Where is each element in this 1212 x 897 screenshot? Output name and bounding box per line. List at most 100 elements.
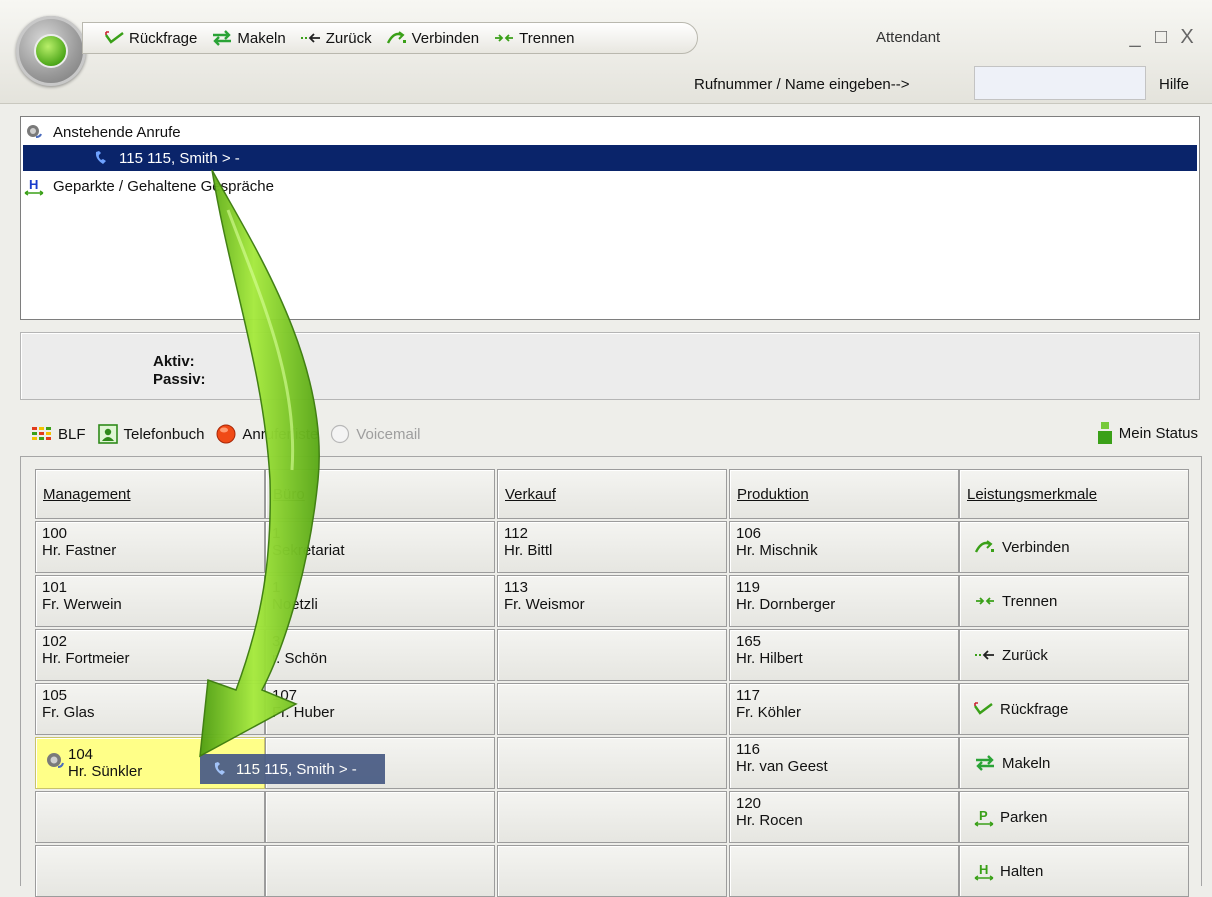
pending-call-label: 115 115, Smith > - (119, 149, 240, 167)
trennen-button[interactable]: Trennen (493, 30, 574, 47)
makeln-button[interactable]: Makeln (211, 29, 286, 47)
disconnect-icon (976, 597, 994, 605)
empty-extension-slot[interactable] (497, 845, 727, 897)
extension-button[interactable]: 113 Fr. Weismor (497, 575, 727, 627)
extension-button[interactable]: 117 Fr. Köhler (729, 683, 959, 735)
passiv-label: Passiv: (153, 371, 206, 388)
tab-voicemail-label: Voicemail (356, 425, 421, 443)
extension-name: Fr. Glas (42, 704, 95, 721)
app-logo-icon (34, 34, 68, 68)
extension-button[interactable]: 100 Hr. Fastner (35, 521, 265, 573)
feature-content: H Halten (966, 849, 1182, 893)
svg-text:H: H (979, 862, 988, 877)
column-header[interactable]: Büro (265, 469, 495, 519)
help-link[interactable]: Hilfe (1159, 76, 1189, 93)
extension-button[interactable]: 165 Hr. Hilbert (729, 629, 959, 681)
call-tree[interactable]: Anstehende Anrufe 115 115, Smith > - H G… (20, 116, 1200, 320)
feature-label: Zurück (1002, 646, 1048, 664)
empty-extension-slot[interactable] (497, 791, 727, 843)
parked-calls-node[interactable]: H Geparkte / Gehaltene Gespräche (23, 173, 274, 199)
extension-button[interactable]: 112 Hr. Bittl (497, 521, 727, 573)
consult-icon (105, 31, 124, 44)
empty-extension-slot[interactable] (265, 845, 495, 897)
feature-button-parken[interactable]: P Parken (959, 791, 1189, 843)
extension-number: 104 (68, 746, 94, 763)
feature-button-trennen[interactable]: Trennen (959, 575, 1189, 627)
tab-anruferliste-label: Anruferliste (242, 425, 319, 443)
consult-icon (974, 702, 993, 715)
extension-button[interactable]: 116 Hr. van Geest (729, 737, 959, 789)
svg-text:P: P (979, 808, 988, 823)
feature-button-rueckfrage[interactable]: Rückfrage (959, 683, 1189, 735)
tab-blf[interactable]: BLF (32, 426, 86, 443)
empty-extension-slot[interactable] (497, 683, 727, 735)
extension-name: Hr. Rocen (736, 812, 803, 829)
app-menu-orb[interactable] (16, 16, 86, 86)
empty-extension-slot[interactable] (35, 845, 265, 897)
maximize-button[interactable]: □ (1150, 26, 1172, 48)
makeln-label: Makeln (237, 29, 286, 47)
extension-button[interactable]: 106 Hr. Mischnik (729, 521, 959, 573)
pending-call-item[interactable]: 115 115, Smith > - (23, 145, 1197, 171)
aktiv-label: Aktiv: (153, 353, 195, 370)
extension-button[interactable]: 3 r. Schön (265, 629, 495, 681)
extension-number: 117 (736, 687, 760, 704)
feature-button-halten[interactable]: H Halten (959, 845, 1189, 897)
extension-button[interactable]: 101 Fr. Werwein (35, 575, 265, 627)
empty-extension-slot[interactable] (265, 791, 495, 843)
close-button[interactable]: X (1176, 26, 1198, 48)
extension-name: Fr. Huber (272, 704, 335, 721)
extension-button[interactable]: 1 Noetzli (265, 575, 495, 627)
feature-label: Parken (1000, 808, 1048, 826)
column-header[interactable]: Verkauf (497, 469, 727, 519)
feature-button-verbinden[interactable]: Verbinden (959, 521, 1189, 573)
tab-voicemail[interactable]: Voicemail (330, 424, 421, 444)
hold-icon: H (23, 176, 45, 196)
extension-text: 104 Hr. Sünkler (68, 746, 142, 780)
column-header[interactable]: Management (35, 469, 265, 519)
empty-extension-slot[interactable] (729, 845, 959, 897)
extension-number: 113 (504, 579, 528, 596)
extension-number: 100 (42, 525, 68, 542)
extension-button[interactable]: 120 Hr. Rocen (729, 791, 959, 843)
extension-number: 107 (272, 687, 298, 704)
feature-label: Verbinden (1002, 538, 1070, 556)
empty-extension-slot[interactable] (497, 629, 727, 681)
pending-calls-node[interactable]: Anstehende Anrufe (23, 119, 181, 145)
extension-name: Hr. Mischnik (736, 542, 818, 559)
feature-button-makeln[interactable]: Makeln (959, 737, 1189, 789)
extension-button[interactable]: 105 Fr. Glas (35, 683, 265, 735)
extension-button[interactable]: 107 Fr. Huber (265, 683, 495, 735)
rueckfrage-button[interactable]: Rückfrage (105, 30, 197, 47)
extension-button[interactable]: 1 Sekretariat (265, 521, 495, 573)
dragged-call[interactable]: 115 115, Smith > - (200, 754, 385, 784)
dragged-call-label: 115 115, Smith > - (236, 760, 357, 778)
tab-telefonbuch[interactable]: Telefonbuch (97, 424, 204, 444)
extension-name: Fr. Werwein (42, 596, 122, 613)
zurueck-button[interactable]: Zurück (300, 30, 372, 47)
back-icon (975, 650, 994, 660)
feature-button-zurueck[interactable]: Zurück (959, 629, 1189, 681)
my-status-button[interactable]: Mein Status (1097, 422, 1198, 444)
extension-button[interactable]: 119 Hr. Dornberger (729, 575, 959, 627)
column-header[interactable]: Leistungsmerkmale (959, 469, 1189, 519)
extension-button[interactable]: 102 Hr. Fortmeier (35, 629, 265, 681)
extension-name: Hr. Hilbert (736, 650, 803, 667)
extension-name: Sekretariat (272, 542, 345, 559)
feature-content: Verbinden (966, 525, 1182, 569)
blf-grid-icon (32, 427, 51, 440)
voicemail-icon (331, 424, 350, 444)
minimize-button[interactable]: _ (1124, 26, 1146, 48)
tab-blf-label: BLF (58, 425, 86, 443)
empty-extension-slot[interactable] (497, 737, 727, 789)
empty-extension-slot[interactable] (35, 791, 265, 843)
feature-content: Rückfrage (966, 687, 1182, 731)
number-name-input[interactable] (974, 66, 1146, 100)
tab-anruferliste[interactable]: Anruferliste (216, 424, 318, 444)
verbinden-button[interactable]: Verbinden (386, 30, 479, 47)
column-header[interactable]: Produktion (729, 469, 959, 519)
connect-icon (974, 540, 994, 553)
svg-text:H: H (29, 177, 38, 192)
call-status-panel: Aktiv: Passiv: (20, 332, 1200, 400)
zurueck-label: Zurück (325, 29, 372, 47)
